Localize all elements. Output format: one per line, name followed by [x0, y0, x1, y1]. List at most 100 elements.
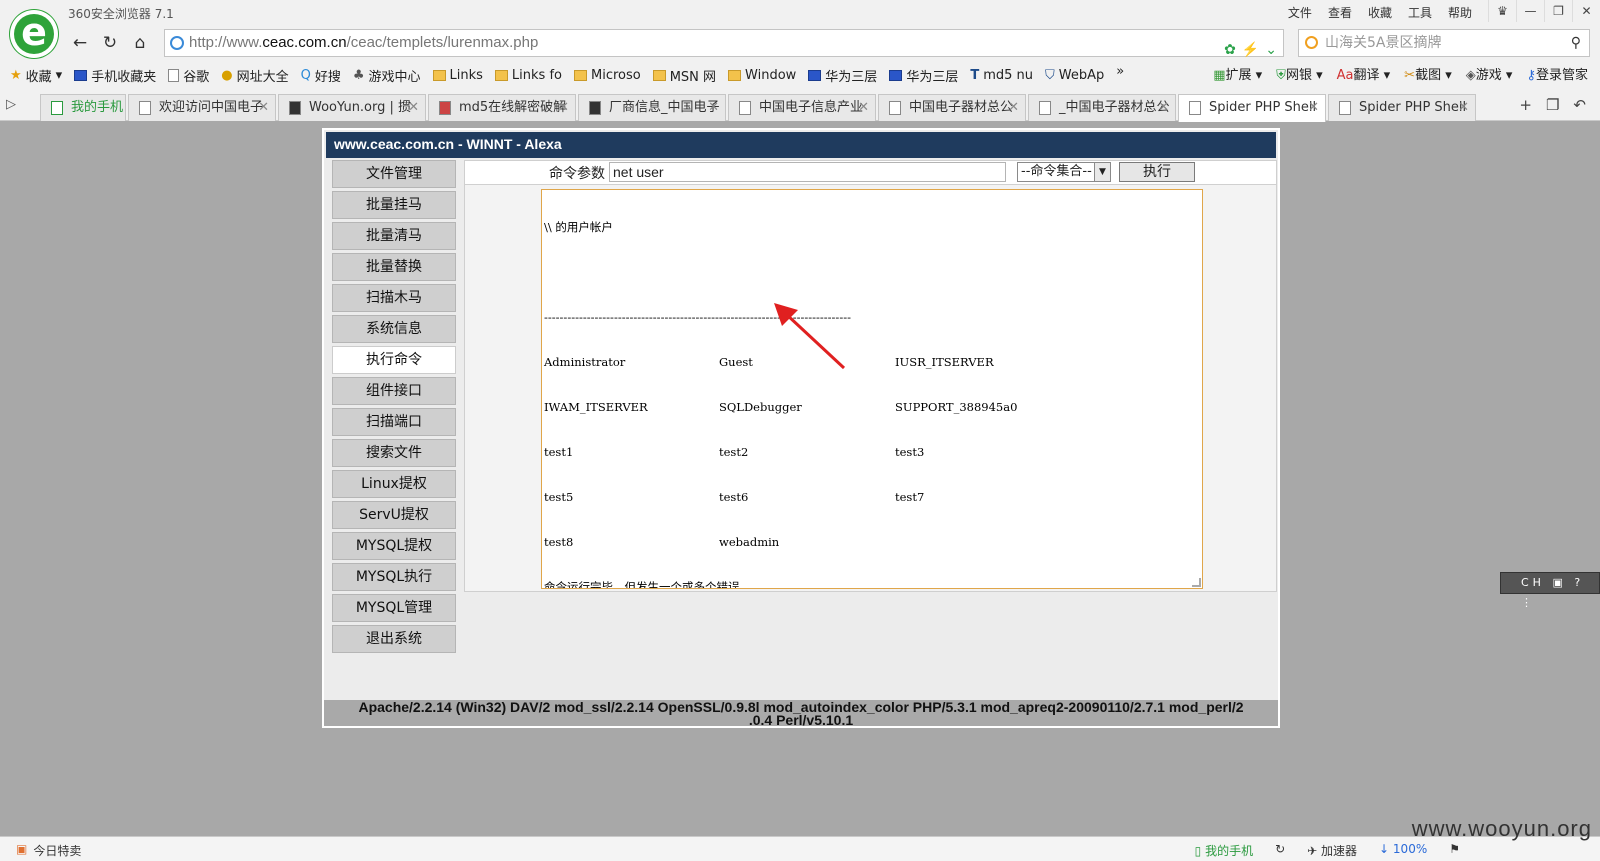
close-tab-icon[interactable]: ✕ — [1308, 95, 1319, 120]
sidebar-item-search-files[interactable]: 搜索文件 — [332, 439, 456, 467]
sidebar-item-batch-inject[interactable]: 批量挂马 — [332, 191, 456, 219]
bookmark-item[interactable]: MSN 网 — [652, 64, 716, 86]
back-arrow-icon[interactable]: ← — [66, 30, 94, 56]
browser-chrome: 360安全浏览器 7.1 文件 查看 收藏 工具 帮助 ♛ — ❐ ✕ ← ↻ … — [0, 0, 1600, 122]
toolbar-login[interactable]: ⚷登录管家 — [1526, 64, 1588, 83]
sidebar-item-scan-ports[interactable]: 扫描端口 — [332, 408, 456, 436]
bookmark-item[interactable]: Microso — [573, 64, 641, 86]
tab-item[interactable]: 中国电子信息产业 ✕ — [728, 94, 876, 121]
skin-icon[interactable]: ♛ — [1488, 0, 1516, 22]
close-tab-icon[interactable]: ✕ — [708, 95, 719, 120]
annotation-arrow — [774, 303, 846, 370]
url-prefix: http://www. — [189, 34, 263, 51]
tab-item[interactable]: 厂商信息_中国电子 ✕ — [578, 94, 726, 121]
toolbar-translate[interactable]: Aa翻译 ▾ — [1337, 64, 1391, 83]
command-output[interactable]: \\ 的用户帐户 -------------------------------… — [541, 189, 1203, 589]
search-box[interactable]: 山海关5A景区摘牌 ⚲ — [1298, 29, 1590, 57]
tab-item[interactable]: 中国电子器材总公 ✕ — [878, 94, 1026, 121]
sidebar-item-batch-replace[interactable]: 批量替换 — [332, 253, 456, 281]
toolbar-extensions[interactable]: ▦扩展 ▾ — [1213, 64, 1262, 83]
status-zoom[interactable]: ↓ 100% — [1379, 842, 1427, 859]
t-icon: T — [970, 67, 980, 83]
reload-icon[interactable]: ↻ — [96, 30, 124, 56]
bookmark-item[interactable]: ♣ 游戏中心 — [353, 64, 421, 86]
refresh-status-icon[interactable]: ↻ — [1275, 842, 1285, 859]
bookmark-item[interactable]: 华为三层 — [808, 64, 877, 86]
menu-favorites[interactable]: 收藏 — [1368, 4, 1392, 21]
toolbar-bank[interactable]: ⛨网银 ▾ — [1276, 64, 1322, 83]
bank-icon: ⛨ — [1276, 68, 1286, 83]
sidebar-menu: 文件管理 批量挂马 批量清马 批量替换 扫描木马 系统信息 执行命令 组件接口 … — [332, 160, 456, 656]
maximize-button[interactable]: ❐ — [1544, 0, 1572, 22]
bookmark-item[interactable]: ● 网址大全 — [221, 64, 288, 86]
bookmark-item[interactable]: ⛉ WebAp — [1045, 64, 1104, 86]
menu-file[interactable]: 文件 — [1288, 4, 1312, 21]
tab-tools: + ❐ ↶ — [1519, 96, 1586, 114]
menu-view[interactable]: 查看 — [1328, 4, 1352, 21]
status-left[interactable]: ▣ 今日特卖 — [16, 842, 81, 859]
flag-icon[interactable]: ⚑ — [1449, 842, 1460, 859]
status-right: ▯ 我的手机 ↻ ✈ 加速器 ↓ 100% ⚑ — [1195, 842, 1460, 859]
bookmark-item[interactable]: Links — [432, 64, 483, 86]
bookmark-item[interactable]: Q 好搜 — [301, 64, 341, 86]
sidebar-item-file-manager[interactable]: 文件管理 — [332, 160, 456, 188]
menu-tools[interactable]: 工具 — [1408, 4, 1432, 21]
search-engine-icon[interactable] — [1305, 36, 1318, 49]
sidebar-item-system-info[interactable]: 系统信息 — [332, 315, 456, 343]
sidebar-item-linux-privesc[interactable]: Linux提权 — [332, 470, 456, 498]
close-window-button[interactable]: ✕ — [1572, 0, 1600, 22]
sidebar-item-execute-command[interactable]: 执行命令 — [332, 346, 456, 374]
tab-item[interactable]: WooYun.org | 掼 ✕ — [278, 94, 426, 121]
search-icon[interactable]: ⚲ — [1571, 30, 1581, 56]
bookmark-item[interactable]: Tmd5 nu — [970, 64, 1033, 86]
close-tab-icon[interactable]: ✕ — [408, 95, 419, 120]
close-tab-icon[interactable]: ✕ — [858, 95, 869, 120]
menu-help[interactable]: 帮助 — [1448, 4, 1472, 21]
close-tab-icon[interactable]: ✕ — [1158, 95, 1169, 120]
bookmark-item[interactable]: 华为三层 — [889, 64, 958, 86]
sidebar-item-mysql-execute[interactable]: MYSQL执行 — [332, 563, 456, 591]
bookmark-item[interactable]: Links fo — [494, 64, 562, 86]
speed-mode-icon[interactable]: ✿⚡⌄ — [1224, 36, 1283, 62]
home-icon[interactable]: ⌂ — [126, 30, 154, 56]
close-tab-icon[interactable]: ✕ — [558, 95, 569, 120]
tab-bar: ▷ 我的手机 欢迎访问中国电子 ✕ WooYun.org | 掼 ✕ md5在线解密… — [0, 92, 1600, 122]
sidebar-item-mysql-manage[interactable]: MYSQL管理 — [332, 594, 456, 622]
toolbar-screenshot[interactable]: ✂截图 ▾ — [1404, 64, 1452, 83]
bookmark-item[interactable]: 谷歌 — [168, 64, 209, 86]
sidebar-item-mysql-privesc[interactable]: MYSQL提权 — [332, 532, 456, 560]
ime-toolbar[interactable]: CH ▣ ? ⋮ — [1500, 572, 1600, 609]
close-tab-icon[interactable]: ✕ — [1458, 95, 1469, 120]
tab-my-phone[interactable]: 我的手机 — [40, 94, 126, 121]
sidebar-item-batch-clean[interactable]: 批量清马 — [332, 222, 456, 250]
tab-item[interactable]: _中国电子器材总公 ✕ — [1028, 94, 1176, 121]
tab-active[interactable]: Spider PHP Shell ✕ — [1178, 94, 1326, 122]
close-tab-icon[interactable]: ✕ — [1008, 95, 1019, 120]
close-tab-icon[interactable]: ✕ — [258, 95, 269, 120]
address-row: ← ↻ ⌂ http://www.ceac.com.cn/ceac/temple… — [66, 28, 1590, 58]
tab-item[interactable]: Spider PHP Shell ✕ — [1328, 94, 1476, 121]
bookmark-item[interactable]: 手机收藏夹 — [74, 64, 156, 86]
status-accelerator[interactable]: ✈ 加速器 — [1307, 842, 1357, 859]
tab-list-icon[interactable]: ❐ — [1546, 96, 1559, 114]
more-bookmarks-icon[interactable]: » — [1116, 64, 1124, 86]
tab-item[interactable]: md5在线解密破解 ✕ — [428, 94, 576, 121]
sidebar-item-component-interface[interactable]: 组件接口 — [332, 377, 456, 405]
command-input[interactable]: net user — [609, 162, 1006, 182]
sidebar-item-scan-trojan[interactable]: 扫描木马 — [332, 284, 456, 312]
resize-grip-icon[interactable] — [1192, 578, 1201, 587]
new-tab-icon[interactable]: + — [1519, 96, 1532, 114]
bookmark-item[interactable]: ★ 收藏 ▾ — [10, 64, 62, 86]
status-my-phone[interactable]: ▯ 我的手机 — [1195, 842, 1253, 859]
sidebar-item-servu-privesc[interactable]: ServU提权 — [332, 501, 456, 529]
command-set-select[interactable]: --命令集合-- ▼ — [1017, 162, 1111, 182]
execute-button[interactable]: 执行 — [1119, 162, 1195, 182]
bookmark-item[interactable]: Window — [728, 64, 796, 86]
address-bar[interactable]: http://www.ceac.com.cn/ceac/templets/lur… — [164, 29, 1284, 57]
sidebar-toggle-icon[interactable]: ▷ — [6, 97, 16, 112]
sidebar-item-logout[interactable]: 退出系统 — [332, 625, 456, 653]
minimize-button[interactable]: — — [1516, 0, 1544, 22]
tab-item[interactable]: 欢迎访问中国电子 ✕ — [128, 94, 276, 121]
undo-close-icon[interactable]: ↶ — [1573, 96, 1586, 114]
toolbar-games[interactable]: ◈游戏 ▾ — [1466, 64, 1513, 83]
